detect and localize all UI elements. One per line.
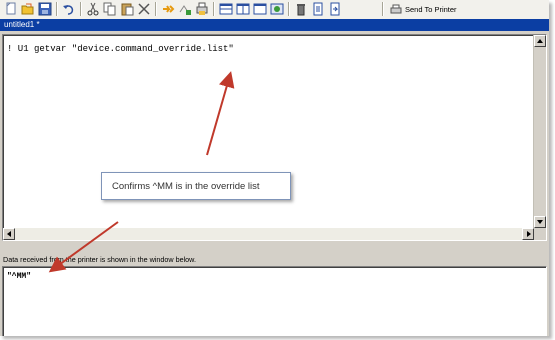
- undo-icon[interactable]: [61, 1, 77, 17]
- scroll-left-button[interactable]: [3, 228, 15, 240]
- replace-icon[interactable]: [177, 1, 193, 17]
- toolbar-separator: [288, 2, 290, 16]
- find-icon[interactable]: [160, 1, 176, 17]
- output-info-label: Data received from the printer is shown …: [3, 255, 196, 264]
- chevron-down-icon: [537, 220, 543, 224]
- chevron-left-icon: [7, 231, 11, 237]
- split-horizontal-icon[interactable]: [218, 1, 234, 17]
- paste-icon[interactable]: [119, 1, 135, 17]
- toolbar-separator: [382, 2, 384, 16]
- save-icon[interactable]: [37, 1, 53, 17]
- new-file-icon[interactable]: [3, 1, 19, 17]
- scroll-right-button[interactable]: [522, 228, 534, 240]
- page-arrow-icon[interactable]: [327, 1, 343, 17]
- app-window: Send To Printer untitled1 * ! U1 getvar …: [0, 0, 549, 336]
- printer-response-text: "^MM": [7, 272, 32, 281]
- toolbar-separator: [155, 2, 157, 16]
- app-icon[interactable]: [269, 1, 285, 17]
- open-folder-icon[interactable]: [20, 1, 36, 17]
- toolbar-separator: [56, 2, 58, 16]
- printer-settings-icon[interactable]: [194, 1, 210, 17]
- trash-icon[interactable]: [293, 1, 309, 17]
- command-text[interactable]: ! U1 getvar "device.command_override.lis…: [7, 44, 234, 54]
- document-title: untitled1 *: [4, 20, 40, 29]
- printer-output-pane[interactable]: "^MM": [2, 266, 547, 336]
- scroll-down-button[interactable]: [534, 216, 546, 228]
- editor-vertical-scrollbar[interactable]: [533, 35, 546, 228]
- chevron-up-icon: [537, 39, 543, 43]
- send-to-printer-button[interactable]: Send To Printer: [390, 1, 457, 17]
- annotation-callout: Confirms ^MM is in the override list: [101, 172, 291, 200]
- toolbar-separator: [80, 2, 82, 16]
- scroll-up-button[interactable]: [534, 35, 546, 47]
- command-editor[interactable]: ! U1 getvar "device.command_override.lis…: [2, 34, 547, 241]
- split-vertical-icon[interactable]: [235, 1, 251, 17]
- toolbar-separator: [213, 2, 215, 16]
- delete-icon[interactable]: [136, 1, 152, 17]
- scrollbar-corner: [534, 228, 546, 240]
- copy-icon[interactable]: [102, 1, 118, 17]
- cut-icon[interactable]: [85, 1, 101, 17]
- toolbar: Send To Printer: [0, 0, 549, 20]
- output-surface: "^MM": [3, 267, 546, 336]
- page-icon[interactable]: [310, 1, 326, 17]
- window-icon[interactable]: [252, 1, 268, 17]
- chevron-right-icon: [527, 231, 531, 237]
- send-to-printer-label: Send To Printer: [405, 4, 457, 14]
- editor-surface: ! U1 getvar "device.command_override.lis…: [3, 35, 546, 240]
- printer-icon: [390, 4, 402, 13]
- editor-horizontal-scrollbar[interactable]: [3, 228, 534, 240]
- document-title-bar: untitled1 *: [0, 19, 549, 31]
